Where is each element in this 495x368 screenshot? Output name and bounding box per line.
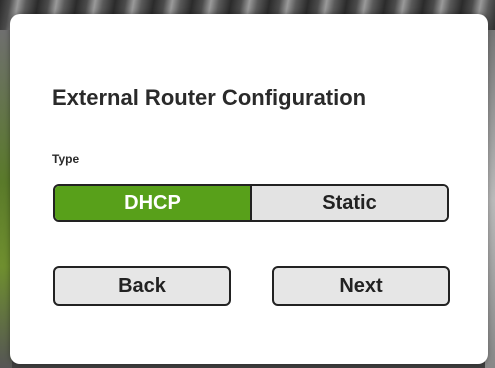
type-segmented-control: DHCP Static (53, 184, 449, 222)
type-option-dhcp[interactable]: DHCP (55, 186, 252, 220)
type-option-static[interactable]: Static (252, 186, 447, 220)
type-label: Type (52, 152, 80, 166)
router-config-dialog: External Router Configuration Type DHCP … (10, 14, 488, 364)
dialog-title: External Router Configuration (52, 85, 367, 110)
next-button[interactable]: Next (272, 266, 450, 306)
back-button[interactable]: Back (53, 266, 231, 306)
